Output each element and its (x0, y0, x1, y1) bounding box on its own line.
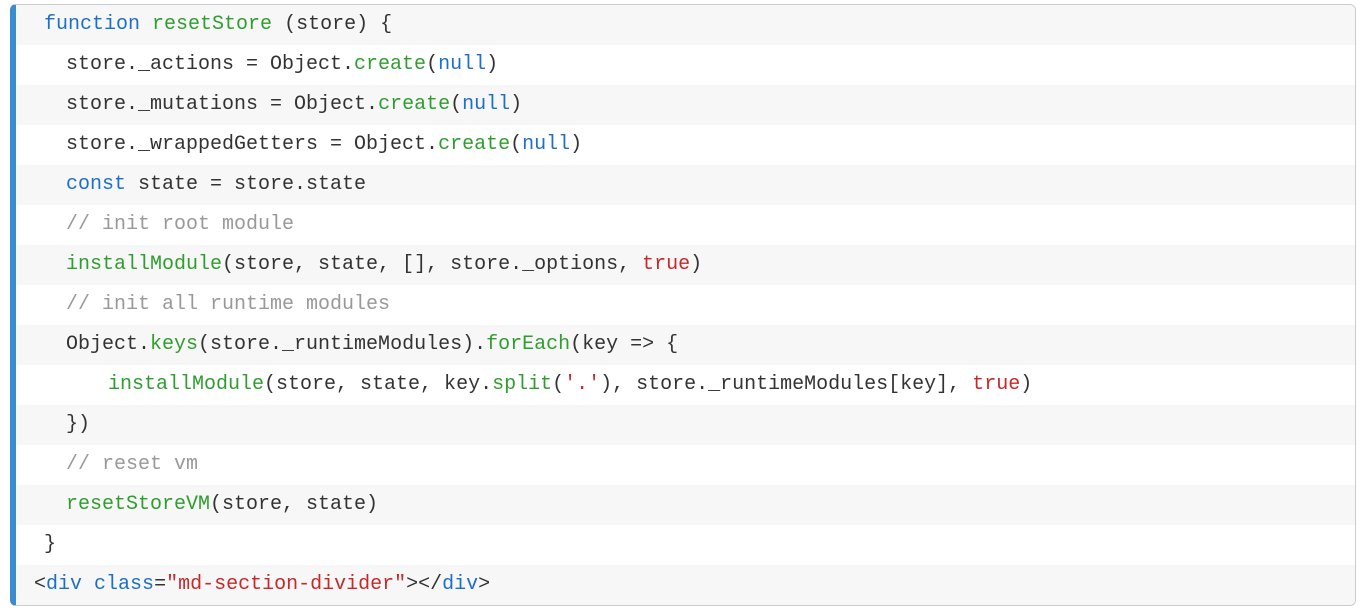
code-token (140, 13, 152, 36)
code-token: ( (450, 93, 462, 116)
code-line: } (16, 525, 1355, 565)
code-line: const state = store.state (16, 165, 1355, 205)
code-token: store (296, 13, 356, 36)
code-token: ) (1020, 373, 1032, 396)
code-block: function resetStore (store) {store._acti… (10, 4, 1356, 606)
code-token: const (66, 173, 126, 196)
code-line: store._wrappedGetters = Object.create(nu… (16, 125, 1355, 165)
code-token: create (354, 53, 426, 76)
code-token: // init root module (66, 213, 294, 236)
code-token: installModule (108, 373, 264, 396)
code-token: class (94, 573, 154, 596)
code-token: true (642, 253, 690, 276)
code-line: // init root module (16, 205, 1355, 245)
code-token: }) (66, 413, 90, 436)
code-token: forEach (486, 333, 570, 356)
code-token: ), store._runtimeModules[key], (600, 373, 972, 396)
code-token: ) (486, 53, 498, 76)
code-token: null (522, 133, 570, 156)
code-token: ( (272, 13, 296, 36)
code-token: div (46, 573, 82, 596)
code-token: ) (510, 93, 522, 116)
code-line: Object.keys(store._runtimeModules).forEa… (16, 325, 1355, 365)
code-token: create (438, 133, 510, 156)
code-token: Object. (66, 333, 150, 356)
code-token: resetStore (152, 13, 272, 36)
code-token: </ (418, 573, 442, 596)
code-token: installModule (66, 253, 222, 276)
code-token: div (442, 573, 478, 596)
code-token: < (34, 573, 46, 596)
code-token: "md-section-divider" (166, 573, 406, 596)
code-token: null (438, 53, 486, 76)
code-token: ) (570, 133, 582, 156)
code-token: '.' (564, 373, 600, 396)
code-token: > (406, 573, 418, 596)
code-line: resetStoreVM(store, state) (16, 485, 1355, 525)
code-line: installModule(store, state, key.split('.… (16, 365, 1355, 405)
code-token: > (478, 573, 490, 596)
code-line: // init all runtime modules (16, 285, 1355, 325)
code-line: <div class="md-section-divider"></div> (16, 565, 1355, 605)
code-token: ) (690, 253, 702, 276)
code-token: (key => { (570, 333, 678, 356)
code-token: split (492, 373, 552, 396)
code-token: (store, state) (210, 493, 378, 516)
code-token: null (462, 93, 510, 116)
code-token: = (154, 573, 166, 596)
code-token: } (44, 533, 56, 556)
code-token: store._wrappedGetters = Object. (66, 133, 438, 156)
code-token: ) { (356, 13, 392, 36)
code-token: ( (510, 133, 522, 156)
code-token (82, 573, 94, 596)
code-token: resetStoreVM (66, 493, 210, 516)
code-token: true (972, 373, 1020, 396)
code-line: installModule(store, state, [], store._o… (16, 245, 1355, 285)
code-line: store._actions = Object.create(null) (16, 45, 1355, 85)
code-token: keys (150, 333, 198, 356)
code-line: function resetStore (store) { (16, 5, 1355, 45)
code-token: store._actions = Object. (66, 53, 354, 76)
code-token: function (44, 13, 140, 36)
code-line: // reset vm (16, 445, 1355, 485)
code-token: create (378, 93, 450, 116)
code-line: store._mutations = Object.create(null) (16, 85, 1355, 125)
code-token: (store._runtimeModules). (198, 333, 486, 356)
code-token: (store, state, [], store._options, (222, 253, 642, 276)
code-token: state = store.state (126, 173, 366, 196)
code-token: (store, state, key. (264, 373, 492, 396)
code-token: store._mutations = Object. (66, 93, 378, 116)
code-line: }) (16, 405, 1355, 445)
code-token: // reset vm (66, 453, 198, 476)
code-token: // init all runtime modules (66, 293, 390, 316)
code-token: ( (552, 373, 564, 396)
code-token: ( (426, 53, 438, 76)
